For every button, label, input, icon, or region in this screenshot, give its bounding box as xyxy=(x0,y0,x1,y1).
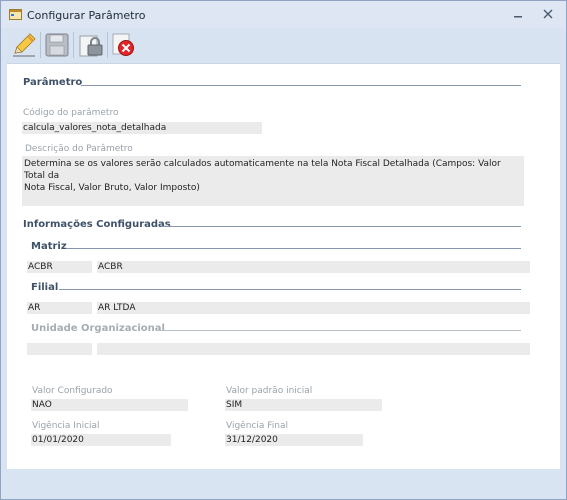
valor-padrao-field[interactable]: SIM xyxy=(225,399,382,411)
section-title-parametro: Parâmetro xyxy=(23,77,83,88)
window-title: Configurar Parâmetro xyxy=(27,9,146,22)
toolbar-separator xyxy=(107,32,108,58)
save-button[interactable] xyxy=(43,31,71,59)
toolbar-separator xyxy=(40,32,41,58)
matriz-code-field[interactable]: ACBR xyxy=(27,261,92,273)
section-divider xyxy=(161,226,521,227)
vigencia-inicial-field[interactable]: 01/01/2020 xyxy=(31,434,171,446)
filial-name-field[interactable]: AR LTDA xyxy=(97,302,530,314)
section-divider xyxy=(81,85,521,86)
pencil-icon xyxy=(13,33,36,57)
valor-configurado-label: Valor Configurado xyxy=(32,386,113,396)
close-icon xyxy=(543,9,553,19)
descricao-field[interactable]: Determina se os valores serão calculados… xyxy=(22,156,524,206)
section-divider xyxy=(157,330,521,331)
section-divider xyxy=(59,289,521,290)
configurar-parametro-window: Configurar Parâmetro Parâmetro Código do… xyxy=(0,0,567,500)
close-button[interactable] xyxy=(537,5,559,23)
toolbar-separator xyxy=(73,32,74,58)
unidade-name-field[interactable] xyxy=(97,343,530,355)
section-title-informacoes: Informações Configuradas xyxy=(23,219,171,230)
toolbar xyxy=(7,28,560,63)
status-bar xyxy=(7,469,560,498)
app-window-icon xyxy=(9,9,22,20)
minimize-icon xyxy=(514,16,522,18)
filial-title: Filial xyxy=(31,282,59,293)
section-divider xyxy=(66,248,521,249)
vigencia-final-field[interactable]: 31/12/2020 xyxy=(225,434,363,446)
valor-padrao-label: Valor padrão inicial xyxy=(226,386,313,396)
red-x-icon xyxy=(112,33,134,56)
unidade-code-field[interactable] xyxy=(27,343,92,355)
descricao-label: Descrição do Parâmetro xyxy=(25,144,133,154)
codigo-label: Código do parâmetro xyxy=(23,108,119,118)
vigencia-inicial-label: Vigência Inicial xyxy=(32,421,100,431)
matriz-title: Matriz xyxy=(31,241,67,252)
unidade-title: Unidade Organizacional xyxy=(31,323,165,334)
descricao-line: Determina se os valores serão calculados… xyxy=(24,159,501,181)
padlock-icon xyxy=(79,35,103,57)
valor-configurado-field[interactable]: NAO xyxy=(31,399,188,411)
title-bar: Configurar Parâmetro xyxy=(1,1,566,28)
descricao-line: Nota Fiscal, Valor Bruto, Valor Imposto) xyxy=(24,183,200,193)
content-panel: Parâmetro Código do parâmetro calcula_va… xyxy=(7,63,560,469)
cancel-button[interactable] xyxy=(111,31,139,59)
filial-code-field[interactable]: AR xyxy=(27,302,92,314)
vigencia-final-label: Vigência Final xyxy=(226,421,288,431)
floppy-disk-icon xyxy=(45,33,69,57)
edit-button[interactable] xyxy=(10,31,38,59)
codigo-field[interactable]: calcula_valores_nota_detalhada xyxy=(22,122,262,134)
matriz-name-field[interactable]: ACBR xyxy=(97,261,530,273)
lock-button[interactable] xyxy=(77,31,105,59)
minimize-button[interactable] xyxy=(507,5,529,23)
